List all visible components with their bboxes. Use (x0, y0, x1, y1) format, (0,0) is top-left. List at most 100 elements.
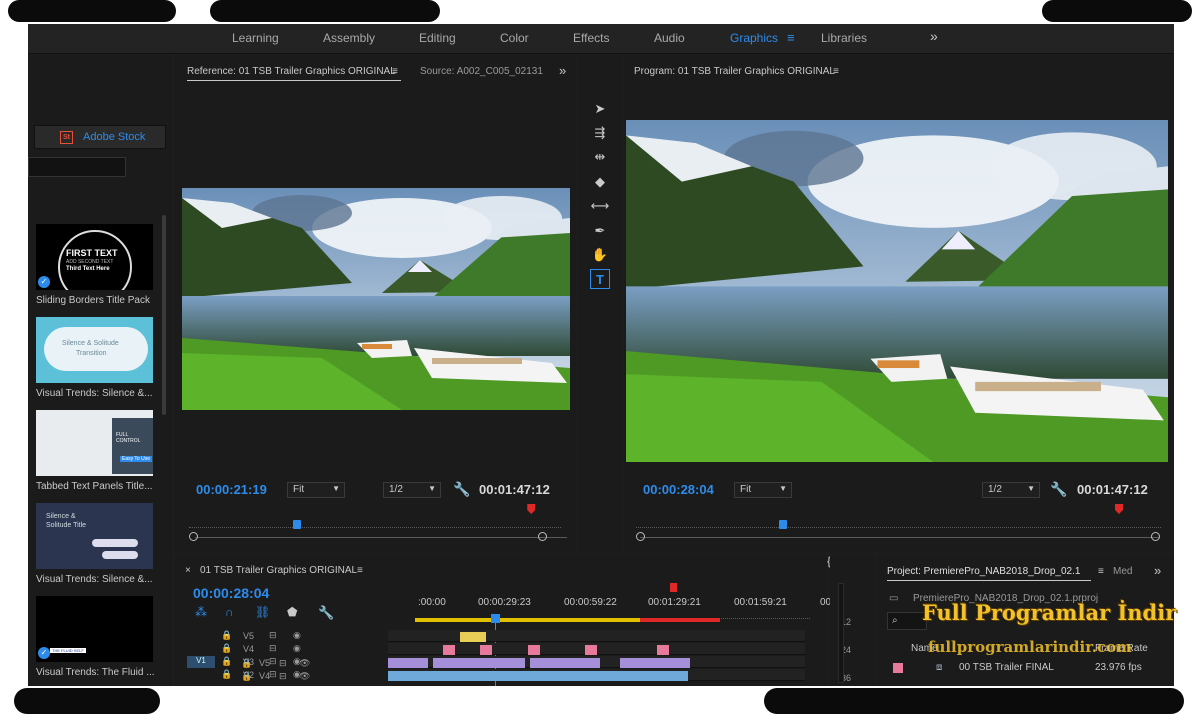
timeline-clip[interactable] (657, 645, 669, 655)
timeline-settings-icon[interactable]: 🔧 (318, 605, 334, 621)
lock-icon[interactable]: 🔒 (221, 643, 232, 654)
template-thumb-2[interactable]: Silence & Solitude Transition (36, 317, 153, 383)
type-tool-icon[interactable]: T (590, 269, 610, 289)
thumb-text: FULL CONTROL (116, 432, 141, 444)
timeline-clip[interactable] (388, 658, 428, 668)
program-zoom-bar[interactable] (640, 537, 1160, 538)
slip-tool-icon[interactable]: ⟷ (590, 196, 610, 216)
sync-lock-icon[interactable]: ⊟ (269, 656, 277, 667)
timeline-clip[interactable] (585, 645, 597, 655)
linked-selection-icon[interactable]: ⛓ (255, 605, 270, 619)
source-zoom-bar[interactable] (195, 537, 567, 538)
tab-media-browser[interactable]: Med (1113, 566, 1132, 577)
source-patch[interactable]: V1 (187, 656, 215, 668)
source-fit-dropdown[interactable]: Fit ▼ (287, 482, 345, 498)
panel-overflow-icon[interactable]: » (1154, 563, 1161, 578)
thumb-text: Solitude Title (46, 522, 87, 529)
wrench-settings-icon[interactable]: 🔧 (453, 481, 470, 498)
eye-icon[interactable]: ◉ (293, 643, 301, 654)
source-monitor-panel: Reference: 01 TSB Trailer Graphics ORIGI… (175, 55, 576, 569)
program-out-marker[interactable] (1115, 504, 1123, 514)
timeline-clip[interactable] (443, 645, 455, 655)
workspace-editing[interactable]: Editing (419, 31, 456, 45)
workspace-menu-icon[interactable]: ≡ (787, 30, 795, 45)
selection-tool-icon[interactable]: ➤ (590, 99, 610, 119)
workspace-audio[interactable]: Audio (654, 31, 685, 45)
sync-lock-icon[interactable]: ⊟ (269, 669, 277, 680)
timeline-clip[interactable] (528, 645, 540, 655)
timeline-clip[interactable] (433, 658, 525, 668)
tab-program-monitor[interactable]: Program: 01 TSB Trailer Graphics ORIGINA… (634, 66, 835, 77)
timeline-clip[interactable] (388, 671, 688, 681)
workspace-color[interactable]: Color (500, 31, 529, 45)
lock-icon[interactable]: 🔒 (221, 656, 232, 667)
tab-source-monitor[interactable]: Source: A002_C005_02131 (420, 66, 543, 77)
timeline-close-icon[interactable]: × (185, 565, 191, 576)
track-select-tool-icon[interactable]: ⇶ (590, 123, 610, 143)
zoom-handle-left[interactable] (636, 532, 645, 541)
adobe-stock-icon: St (60, 131, 73, 144)
nest-toggle-icon[interactable]: ⁂ (195, 605, 207, 619)
program-current-timecode[interactable]: 00:00:28:04 (643, 482, 714, 497)
pen-tool-icon[interactable]: ✒ (590, 221, 610, 241)
zoom-handle-right[interactable] (1151, 532, 1160, 541)
eye-icon[interactable]: ◉ (293, 669, 301, 680)
panel-overflow-icon[interactable]: » (559, 63, 566, 78)
tab-project[interactable]: Project: PremierePro_NAB2018_Drop_02.1 (887, 566, 1080, 577)
timeline-clip[interactable] (460, 632, 486, 642)
source-out-marker[interactable] (527, 504, 536, 514)
zoom-handle-left[interactable] (189, 532, 198, 541)
template-thumb-5[interactable]: THE FLUID SELF (36, 596, 153, 662)
eye-icon[interactable]: ◉ (293, 656, 301, 667)
tab-menu-icon[interactable]: ≡ (357, 565, 363, 576)
source-current-timecode[interactable]: 00:00:21:19 (196, 482, 267, 497)
template-thumb-3[interactable]: FULL CONTROL Easy To Use (36, 410, 153, 476)
timeline-timecode[interactable]: 00:00:28:04 (193, 585, 269, 601)
tab-menu-icon[interactable]: ≡ (392, 66, 398, 77)
workspace-effects[interactable]: Effects (573, 31, 609, 45)
workspace-overflow-icon[interactable]: » (930, 28, 938, 44)
hand-tool-icon[interactable]: ✋ (590, 245, 610, 265)
tab-reference-monitor[interactable]: Reference: 01 TSB Trailer Graphics ORIGI… (187, 66, 396, 77)
template-thumb-1[interactable]: FIRST TEXT ADD SECOND TEXT Third Text He… (36, 224, 153, 290)
ripple-edit-tool-icon[interactable]: ⇹ (590, 147, 610, 167)
source-time-ruler[interactable] (189, 520, 561, 528)
timeline-clip[interactable] (530, 658, 600, 668)
timeline-clip[interactable] (480, 645, 492, 655)
track-lane[interactable] (388, 630, 805, 642)
timeline-playhead-handle[interactable] (491, 614, 500, 623)
template-thumb-4[interactable]: Silence & Solitude Title (36, 503, 153, 569)
source-resolution-dropdown[interactable]: 1/2 ▼ (383, 482, 441, 498)
tab-menu-icon[interactable]: ≡ (1098, 566, 1104, 577)
timeline-clip[interactable] (620, 658, 690, 668)
source-playhead[interactable] (292, 520, 301, 529)
program-resolution-dropdown[interactable]: 1/2 ▼ (982, 482, 1040, 498)
libraries-scrollbar[interactable] (162, 215, 166, 415)
zoom-handle-right[interactable] (538, 532, 547, 541)
sync-lock-icon[interactable]: ⊟ (269, 630, 277, 641)
track-name: V2 (243, 670, 255, 680)
workspace-graphics[interactable]: Graphics (730, 31, 778, 45)
program-monitor-panel: Program: 01 TSB Trailer Graphics ORIGINA… (624, 55, 1174, 569)
eye-icon[interactable]: ◉ (293, 630, 301, 641)
stock-search-input[interactable] (28, 157, 126, 177)
tab-timeline-sequence[interactable]: 01 TSB Trailer Graphics ORIGINAL (200, 565, 357, 576)
workspace-learning[interactable]: Learning (232, 31, 279, 45)
adobe-stock-button[interactable]: St Adobe Stock (34, 125, 166, 149)
workspace-libraries[interactable]: Libraries (821, 31, 867, 45)
lock-icon[interactable]: 🔒 (221, 630, 232, 641)
source-duration-timecode: 00:01:47:12 (479, 482, 550, 497)
razor-tool-icon[interactable]: ◆ (590, 172, 610, 192)
program-time-ruler[interactable] (636, 520, 1161, 528)
thumb-text: THE FLUID SELF (50, 648, 86, 653)
add-marker-icon[interactable]: ⬟ (287, 605, 297, 619)
program-fit-dropdown[interactable]: Fit ▼ (734, 482, 792, 498)
snap-icon[interactable]: ∩ (225, 605, 234, 619)
project-item-name[interactable]: 00 TSB Trailer FINAL (959, 662, 1054, 673)
workspace-assembly[interactable]: Assembly (323, 31, 375, 45)
wrench-settings-icon[interactable]: 🔧 (1050, 481, 1067, 498)
program-playhead[interactable] (779, 520, 787, 529)
tab-menu-icon[interactable]: ≡ (833, 66, 839, 77)
sync-lock-icon[interactable]: ⊟ (269, 643, 277, 654)
lock-icon[interactable]: 🔒 (221, 669, 232, 680)
